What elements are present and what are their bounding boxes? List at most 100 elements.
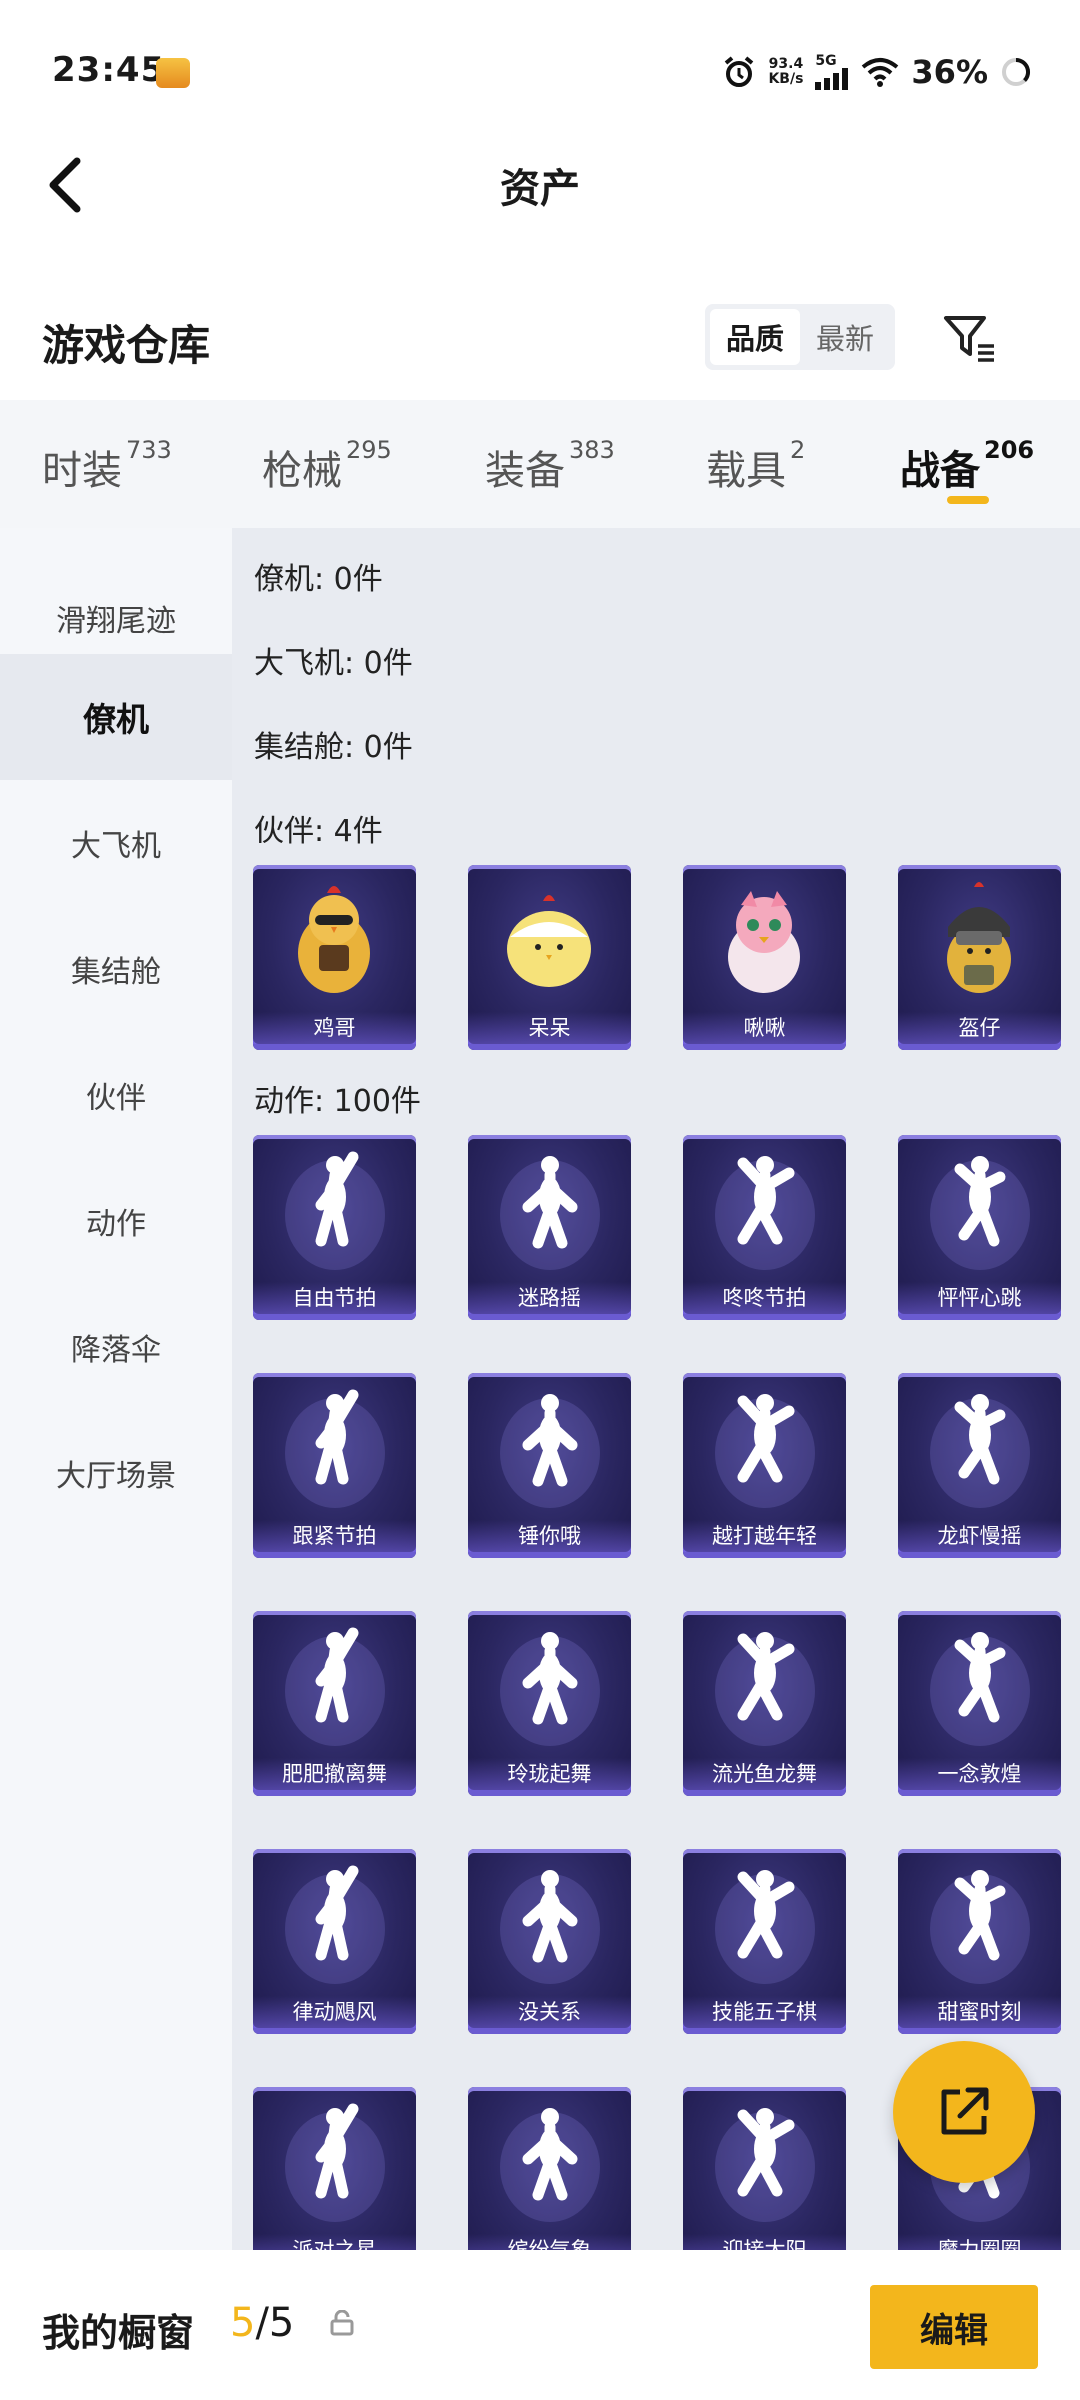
- tab-label: 载具: [706, 448, 786, 494]
- bottom-bar: 我的橱窗 5/5 编辑: [0, 2250, 1080, 2400]
- battery-level: 36%: [911, 53, 988, 91]
- category-tabs: 时装 733 枪械 295 装备 383 载具 2 战备 206: [0, 400, 1080, 528]
- dancer-silhouette-image: [930, 1632, 1030, 1746]
- dancer-silhouette-image: [500, 1632, 600, 1746]
- side-item-parachute[interactable]: 降落伞: [0, 1284, 232, 1410]
- emote-name: 技能五子棋: [683, 1996, 846, 2028]
- emote-card[interactable]: 越打越年轻: [683, 1373, 846, 1558]
- side-item-wingman[interactable]: 僚机: [0, 654, 232, 780]
- emote-card[interactable]: 缤纷气象: [468, 2087, 631, 2250]
- side-nav: 滑翔尾迹 僚机 大飞机 集结舱 伙伴 动作 降落伞 大厅场景: [0, 528, 232, 2250]
- emote-card[interactable]: 自由节拍: [253, 1135, 416, 1320]
- emote-name: 流光鱼龙舞: [683, 1758, 846, 1790]
- filter-button[interactable]: [940, 308, 1000, 368]
- partner-card[interactable]: 盔仔: [898, 865, 1061, 1050]
- partner-name: 盔仔: [898, 1012, 1061, 1044]
- tab-label: 战备: [900, 448, 980, 494]
- emote-card[interactable]: 玲珑起舞: [468, 1611, 631, 1796]
- sort-quality-button[interactable]: 品质: [710, 309, 800, 365]
- section-label-rally-pod: 集结舱: 0件: [254, 730, 413, 765]
- status-bar: 23:45 93.4 KB/s 5G 36%: [0, 0, 1080, 140]
- emote-name: 龙虾慢摇: [898, 1520, 1061, 1552]
- chicken-partner-image: [298, 886, 370, 993]
- app-header: 资产: [0, 130, 1080, 240]
- emote-card[interactable]: 迷路摇: [468, 1135, 631, 1320]
- emote-card[interactable]: 肥肥撤离舞: [253, 1611, 416, 1796]
- net-speed-value: 93.4: [768, 56, 804, 72]
- net-speed-unit: KB/s: [768, 71, 804, 87]
- partner-card[interactable]: 啾啾: [683, 865, 846, 1050]
- side-item-rally-pod[interactable]: 集结舱: [0, 906, 232, 1032]
- emote-card[interactable]: 锤你哦: [468, 1373, 631, 1558]
- section-label-emote: 动作: 100件: [254, 1084, 421, 1119]
- emote-name: 跟紧节拍: [253, 1520, 416, 1552]
- partner-name: 啾啾: [683, 1012, 846, 1044]
- emote-card[interactable]: 跟紧节拍: [253, 1373, 416, 1558]
- tab-combat-gear[interactable]: 战备 206: [900, 436, 1035, 496]
- tab-label: 枪械: [262, 448, 342, 494]
- net-speed: 93.4 KB/s: [768, 57, 803, 87]
- chick-partner-image: [507, 895, 591, 987]
- emote-name: 一念敦煌: [898, 1758, 1061, 1790]
- dancer-silhouette-image: [715, 1632, 815, 1746]
- tab-equipment[interactable]: 装备 383: [485, 436, 615, 496]
- emote-card[interactable]: 迎接太阳: [683, 2087, 846, 2250]
- section-label-partner: 伙伴: 4件: [254, 814, 383, 849]
- showcase-label: 我的橱窗: [42, 2311, 195, 2355]
- emote-name: 玲珑起舞: [468, 1758, 631, 1790]
- tab-guns[interactable]: 枪械 295: [262, 436, 392, 496]
- dancer-silhouette-image: [715, 1394, 815, 1508]
- emote-card[interactable]: 咚咚节拍: [683, 1135, 846, 1320]
- wifi-icon: [861, 57, 899, 87]
- tab-count: 383: [569, 436, 615, 464]
- dancer-silhouette-image: [500, 1156, 600, 1270]
- external-link-icon: [941, 2087, 989, 2135]
- edit-button[interactable]: 编辑: [870, 2285, 1038, 2369]
- emote-name: 缤纷气象: [468, 2234, 631, 2250]
- side-item-emote[interactable]: 动作: [0, 1158, 232, 1284]
- emote-name: 怦怦心跳: [898, 1282, 1061, 1314]
- emote-name: 肥肥撤离舞: [253, 1758, 416, 1790]
- tab-count: 206: [984, 436, 1035, 464]
- emote-card[interactable]: 一念敦煌: [898, 1611, 1061, 1796]
- emote-card[interactable]: 龙虾慢摇: [898, 1373, 1061, 1558]
- tab-vehicles[interactable]: 载具 2: [706, 436, 805, 496]
- tab-fashion[interactable]: 时装 733: [42, 436, 172, 496]
- emote-name: 派对之星: [253, 2234, 416, 2250]
- tab-count: 295: [346, 436, 392, 464]
- emote-name: 自由节拍: [253, 1282, 416, 1314]
- sort-newest-button[interactable]: 最新: [800, 309, 890, 365]
- partner-card[interactable]: 呆呆: [468, 865, 631, 1050]
- tab-label: 时装: [42, 448, 122, 494]
- active-tab-indicator: [947, 496, 989, 504]
- status-time: 23:45: [52, 50, 166, 90]
- side-item-partner[interactable]: 伙伴: [0, 1032, 232, 1158]
- tab-label: 装备: [485, 448, 565, 494]
- emote-name: 没关系: [468, 1996, 631, 2028]
- dancer-silhouette-image: [285, 2103, 385, 2222]
- page-title: 资产: [500, 166, 580, 212]
- side-item-big-plane[interactable]: 大飞机: [0, 780, 232, 906]
- tab-count: 733: [126, 436, 172, 464]
- emote-card[interactable]: 怦怦心跳: [898, 1135, 1061, 1320]
- emote-card[interactable]: 技能五子棋: [683, 1849, 846, 2034]
- partner-name: 鸡哥: [253, 1012, 416, 1044]
- partner-card[interactable]: 鸡哥: [253, 865, 416, 1050]
- emote-card[interactable]: 派对之星: [253, 2087, 416, 2250]
- warehouse-header: 游戏仓库 品质 最新: [0, 290, 1080, 390]
- emote-card[interactable]: 律动飓风: [253, 1849, 416, 2034]
- app-notification-icon: [156, 58, 190, 88]
- side-item-lobby-scene[interactable]: 大厅场景: [0, 1410, 232, 1536]
- share-fab-button[interactable]: [893, 2041, 1035, 2183]
- filter-icon: [944, 316, 994, 362]
- dancer-silhouette-image: [500, 2108, 600, 2222]
- dancer-silhouette-image: [930, 1156, 1030, 1270]
- signal-icon: [815, 68, 849, 90]
- helmet-partner-image: [947, 882, 1011, 993]
- emote-card[interactable]: 甜蜜时刻: [898, 1849, 1061, 2034]
- bird-partner-image: [728, 891, 800, 993]
- emote-card[interactable]: 流光鱼龙舞: [683, 1611, 846, 1796]
- dancer-silhouette-image: [715, 1870, 815, 1984]
- emote-card[interactable]: 没关系: [468, 1849, 631, 2034]
- sort-toggle: 品质 最新: [705, 304, 895, 370]
